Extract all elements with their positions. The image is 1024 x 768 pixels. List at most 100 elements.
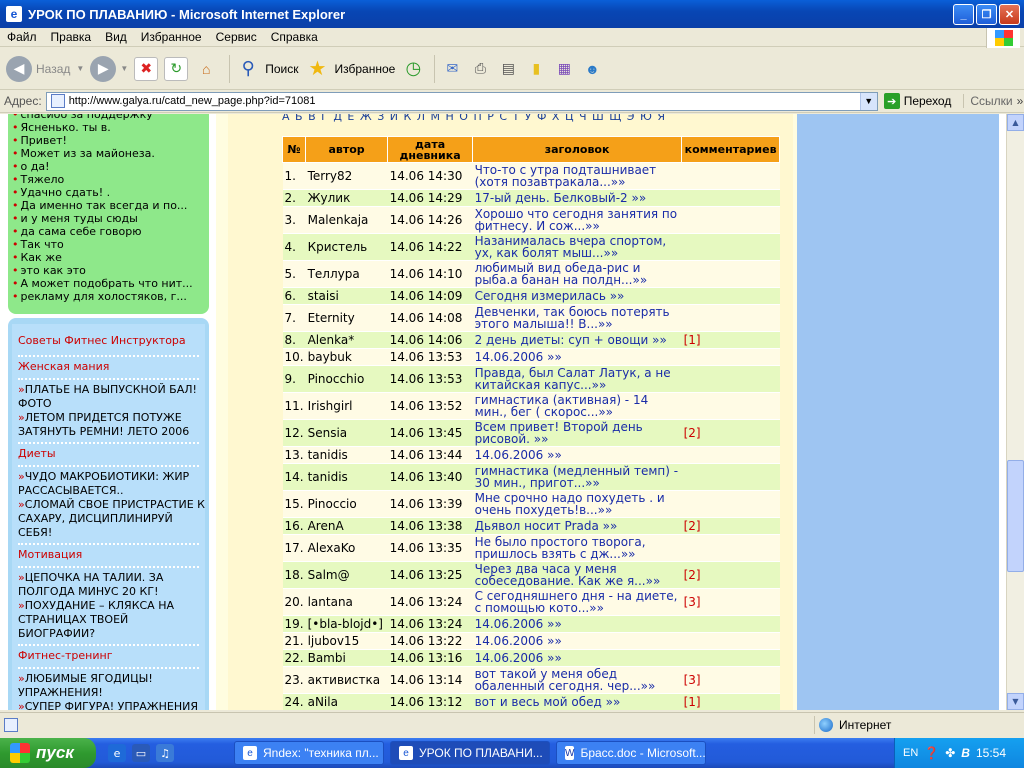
advice-section-title[interactable]: Фитнес-тренинг: [12, 649, 205, 667]
recent-comment-item[interactable]: • Может из за майонеза.: [8, 147, 209, 160]
diary-title-link[interactable]: гимнастика (активная) - 14 мин., бег ( с…: [472, 392, 682, 420]
author-link[interactable]: ljubov15: [305, 632, 388, 650]
diary-title-link[interactable]: 17-ый день. Белковый-2 »»: [472, 189, 682, 207]
forward-button[interactable]: ▶ ▼: [90, 55, 128, 82]
author-link[interactable]: Salm@: [305, 561, 388, 589]
comment-count-link[interactable]: [681, 615, 780, 633]
author-link[interactable]: [•bla-blojd•]: [305, 615, 388, 633]
go-button[interactable]: ➔ Переход: [883, 93, 951, 109]
comment-count-link[interactable]: [681, 260, 780, 288]
recent-comment-item[interactable]: • Так что: [8, 238, 209, 251]
comment-count-link[interactable]: [681, 446, 780, 464]
recent-comment-item[interactable]: • о да!: [8, 160, 209, 173]
refresh-icon[interactable]: ↻: [164, 56, 189, 81]
menu-favorites[interactable]: Избранное: [134, 30, 209, 44]
advice-section-title[interactable]: Женская мания: [12, 360, 205, 378]
advice-section-title[interactable]: Диеты: [12, 447, 205, 465]
diary-title-link[interactable]: Что-то с утра подташнивает (хотя позавтр…: [472, 162, 682, 190]
back-button[interactable]: ◀ Назад ▼: [6, 55, 84, 82]
comment-count-link[interactable]: [681, 348, 780, 366]
comment-count-link[interactable]: [681, 287, 780, 305]
tray-app-icon[interactable]: B: [961, 746, 970, 760]
author-link[interactable]: AlexaKo: [305, 534, 388, 562]
advice-link[interactable]: »СЛОМАЙ СВОЕ ПРИСТРАСТИЕ К САХАРУ, ДИСЦИ…: [12, 498, 205, 540]
mail-icon[interactable]: ✉: [440, 57, 464, 81]
comment-count-link[interactable]: [3]: [681, 588, 780, 616]
author-link[interactable]: aNila: [305, 693, 388, 710]
task-word-doc[interactable]: W Брасс.doc - Microsoft...: [556, 741, 706, 765]
desktop-quicklaunch-icon[interactable]: ▭: [132, 744, 150, 762]
search-button[interactable]: ⚲ Поиск: [235, 56, 299, 82]
links-button[interactable]: Ссылки: [963, 94, 1013, 108]
print-icon[interactable]: ⎙: [468, 57, 492, 81]
author-link[interactable]: Sensia: [305, 419, 388, 447]
diary-title-link[interactable]: 14.06.2006 »»: [472, 446, 682, 464]
favorites-button[interactable]: ★ Избранное: [305, 56, 396, 82]
diary-title-link[interactable]: вот такой у меня обед обаленный сегодня.…: [472, 666, 682, 694]
diary-title-link[interactable]: Дьявол носит Prada »»: [472, 517, 682, 535]
media-quicklaunch-icon[interactable]: ♫: [156, 744, 174, 762]
author-link[interactable]: Bambi: [305, 649, 388, 667]
comment-count-link[interactable]: [681, 392, 780, 420]
recent-comment-item[interactable]: • это как это: [8, 264, 209, 277]
tray-help-icon[interactable]: ❓: [924, 746, 939, 760]
forward-dropdown-icon[interactable]: ▼: [120, 64, 128, 73]
diary-title-link[interactable]: 14.06.2006 »»: [472, 649, 682, 667]
comment-count-link[interactable]: [2]: [681, 517, 780, 535]
author-link[interactable]: Alenka*: [305, 331, 388, 349]
scroll-down-icon[interactable]: ▼: [1007, 693, 1024, 710]
language-indicator[interactable]: EN: [903, 747, 918, 759]
title-bar[interactable]: e УРОК ПО ПЛАВАНИЮ - Microsoft Internet …: [0, 0, 1024, 28]
diary-title-link[interactable]: гимнастика (медленный темп) - 30 мин., п…: [472, 463, 682, 491]
close-button[interactable]: ✕: [999, 4, 1020, 25]
recent-comment-item[interactable]: • рекламу для холостяков, г...: [8, 290, 209, 303]
comment-count-link[interactable]: [681, 649, 780, 667]
author-link[interactable]: Malenkaja: [305, 206, 388, 234]
task-yandex[interactable]: e Яndex: "техника пл...: [234, 741, 384, 765]
restore-button[interactable]: ❐: [976, 4, 997, 25]
alphabet-nav[interactable]: А Б В Г Д Е Ж З И К Л М Н О П Р С Т У Ф …: [282, 114, 666, 123]
comment-count-link[interactable]: [3]: [681, 666, 780, 694]
comment-count-link[interactable]: [1]: [681, 331, 780, 349]
diary-title-link[interactable]: 14.06.2006 »»: [472, 632, 682, 650]
stop-icon[interactable]: ✖: [134, 56, 159, 81]
diary-title-link[interactable]: Всем привет! Второй день рисовой. »»: [472, 419, 682, 447]
diary-title-link[interactable]: вот и весь мой обед »»: [472, 693, 682, 710]
recent-comment-item[interactable]: • да сама себе говорю: [8, 225, 209, 238]
address-input[interactable]: http://www.galya.ru/catd_new_page.php?id…: [45, 91, 878, 111]
note-icon[interactable]: ▮: [524, 57, 548, 81]
recent-comment-item[interactable]: • А может подобрать что нит...: [8, 277, 209, 290]
author-link[interactable]: Кристель: [305, 233, 388, 261]
messenger-icon[interactable]: ☻: [580, 57, 604, 81]
advice-link[interactable]: »ПЛАТЬЕ НА ВЫПУСКНОЙ БАЛ! ФОТО: [12, 383, 205, 411]
recent-comment-item[interactable]: • Привет!: [8, 134, 209, 147]
comment-count-link[interactable]: [681, 632, 780, 650]
author-link[interactable]: tanidis: [305, 463, 388, 491]
history-icon[interactable]: ◷: [401, 57, 425, 81]
menu-edit[interactable]: Правка: [44, 30, 99, 44]
author-link[interactable]: Pinoccio: [305, 490, 388, 518]
diary-title-link[interactable]: 14.06.2006 »»: [472, 348, 682, 366]
advice-link[interactable]: »ЦЕПОЧКА НА ТАЛИИ. ЗА ПОЛГОДА МИНУС 20 К…: [12, 571, 205, 599]
comment-count-link[interactable]: [681, 233, 780, 261]
author-link[interactable]: Irishgirl: [305, 392, 388, 420]
advice-link[interactable]: »ЛЕТОМ ПРИДЕТСЯ ПОТУЖЕ ЗАТЯНУТЬ РЕМНИ! Л…: [12, 411, 205, 439]
back-dropdown-icon[interactable]: ▼: [76, 64, 84, 73]
diary-title-link[interactable]: Не было простого творога, пришлось взять…: [472, 534, 682, 562]
comment-count-link[interactable]: [681, 189, 780, 207]
author-link[interactable]: Жулик: [305, 189, 388, 207]
comment-count-link[interactable]: [2]: [681, 419, 780, 447]
minimize-button[interactable]: _: [953, 4, 974, 25]
author-link[interactable]: активистка: [305, 666, 388, 694]
advice-link[interactable]: »СУПЕР ФИГУРА! УПРАЖНЕНИЯ НА ДИВАНЕ!: [12, 700, 205, 710]
chevron-right-icon[interactable]: »: [1017, 94, 1024, 108]
diary-title-link[interactable]: 2 день диеты: суп + овощи »»: [472, 331, 682, 349]
recent-comment-item[interactable]: • спасибо за поддержку: [8, 114, 209, 121]
diary-title-link[interactable]: Хорошо что сегодня занятия по фитнесу. И…: [472, 206, 682, 234]
diary-title-link[interactable]: Правда, был Салат Латук, а не китайская …: [472, 365, 682, 393]
home-icon[interactable]: ⌂: [194, 57, 218, 81]
comment-count-link[interactable]: [681, 206, 780, 234]
menu-help[interactable]: Справка: [264, 30, 325, 44]
comment-count-link[interactable]: [681, 304, 780, 332]
recent-comment-item[interactable]: • Тяжело: [8, 173, 209, 186]
